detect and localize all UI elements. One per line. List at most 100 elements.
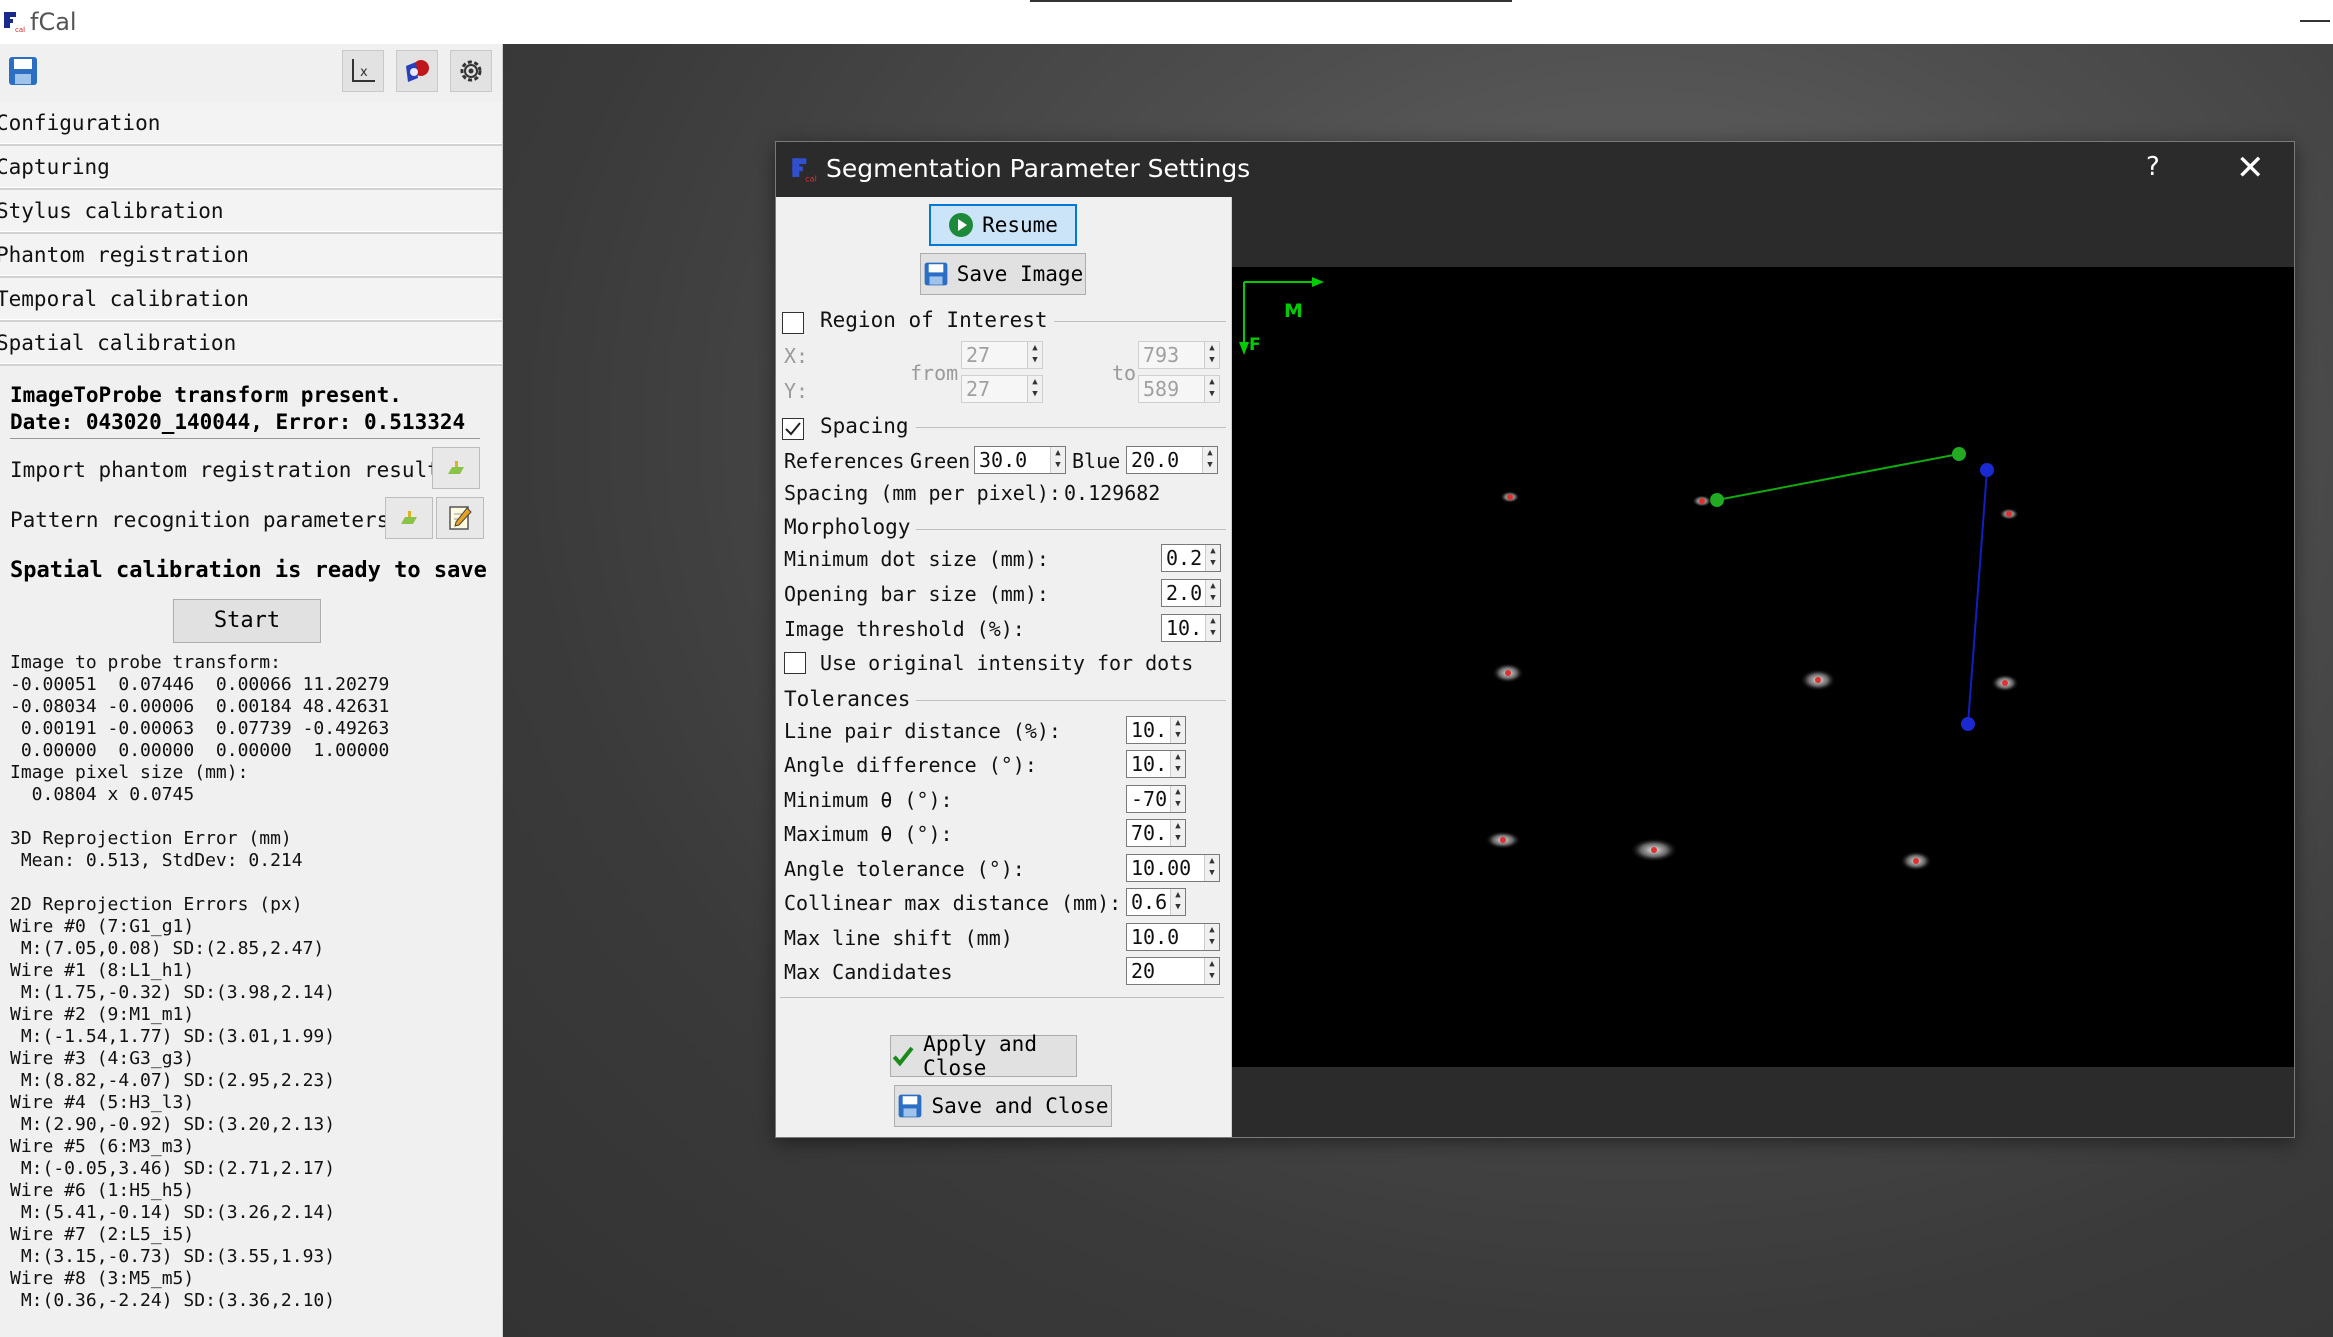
edit-document-icon <box>449 506 472 530</box>
angle-tolerance-value: 10.00 <box>1131 856 1192 880</box>
blue-endpoint <box>1961 717 1975 731</box>
import-phantom-label: Import phantom registration result: <box>10 458 453 482</box>
line-pair-distance-label: Line pair distance (%): <box>784 719 1061 743</box>
save-image-button[interactable]: Save Image <box>920 253 1086 295</box>
minimum-theta-label: Minimum θ (°): <box>784 788 953 812</box>
start-button[interactable]: Start <box>173 599 321 643</box>
resume-button[interactable]: Resume <box>929 204 1077 246</box>
roi-y-to-value: 589 <box>1143 377 1180 401</box>
green-reference-input[interactable]: 30.0 ▲ ▼ <box>974 446 1066 474</box>
roi-x-from-value: 27 <box>966 343 991 367</box>
image-viewer-pane: M F <box>1232 197 2294 1137</box>
roi-x-to-input[interactable]: 793 ▲ ▼ <box>1138 341 1220 369</box>
status-line-1: ImageToProbe transform present. <box>10 383 402 407</box>
line-pair-distance-input[interactable]: 10. ▲ ▼ <box>1126 716 1186 744</box>
apply-and-close-button[interactable]: Apply and Close <box>890 1032 1077 1080</box>
m-axis-label: M <box>1284 300 1303 322</box>
toolbar: x <box>0 44 502 98</box>
angle-tolerance-input[interactable]: 10.00 ▲ ▼ <box>1126 854 1220 882</box>
spin-arrows-icon[interactable]: ▲ ▼ <box>1205 615 1220 641</box>
title-indicator-line <box>1030 0 1512 2</box>
spacing-checkbox[interactable] <box>782 418 804 440</box>
minimize-button[interactable] <box>2300 20 2330 22</box>
roi-group-line <box>1046 321 1226 322</box>
opening-bar-size-input[interactable]: 2.0 ▲ ▼ <box>1161 579 1221 607</box>
spin-arrows-icon[interactable]: ▲ ▼ <box>1027 376 1042 402</box>
close-button[interactable]: ✕ <box>2236 148 2265 188</box>
roi-y-to-input[interactable]: 589 ▲ ▼ <box>1138 375 1220 403</box>
settings-button[interactable] <box>450 50 492 92</box>
spin-arrows-icon[interactable]: ▲ ▼ <box>1204 958 1219 984</box>
section-capturing[interactable]: Capturing <box>0 146 502 190</box>
maximum-theta-input[interactable]: 70. ▲ ▼ <box>1126 819 1186 847</box>
help-button[interactable]: ? <box>2146 152 2160 182</box>
import-pattern-button[interactable] <box>385 497 433 539</box>
angle-difference-input[interactable]: 10. ▲ ▼ <box>1126 750 1186 778</box>
spin-arrows-icon[interactable]: ▲ ▼ <box>1204 376 1219 402</box>
checkmark-icon <box>892 1046 914 1067</box>
save-image-label: Save Image <box>956 262 1084 286</box>
max-line-shift-value: 10.0 <box>1131 925 1180 949</box>
section-temporal-calibration[interactable]: Temporal calibration <box>0 278 502 322</box>
svg-text:cal: cal <box>805 174 817 184</box>
blue-label: Blue <box>1072 449 1121 473</box>
roi-y-from-input[interactable]: 27 ▲ ▼ <box>961 375 1043 403</box>
blue-reference-input[interactable]: 20.0 ▲ ▼ <box>1126 446 1218 474</box>
section-phantom-registration[interactable]: Phantom registration <box>0 234 502 278</box>
ultrasound-image-view[interactable]: M F <box>1232 267 2294 1067</box>
save-and-close-label: Save and Close <box>931 1094 1109 1118</box>
image-threshold-input[interactable]: 10. ▲ ▼ <box>1161 614 1221 642</box>
opening-bar-size-value: 2.0 <box>1166 581 1203 605</box>
spin-arrows-icon[interactable]: ▲ ▼ <box>1027 342 1042 368</box>
blue-reference-value: 20.0 <box>1131 448 1180 472</box>
references-label: References <box>784 449 905 473</box>
spin-arrows-icon[interactable]: ▲ ▼ <box>1170 717 1185 743</box>
angle-tolerance-label: Angle tolerance (°): <box>784 857 1025 881</box>
minimum-theta-input[interactable]: -70. ▲ ▼ <box>1126 785 1186 813</box>
spin-arrows-icon[interactable]: ▲ ▼ <box>1170 820 1185 846</box>
spin-arrows-icon[interactable]: ▲ ▼ <box>1170 786 1185 812</box>
edit-pattern-button[interactable] <box>436 497 484 539</box>
min-dot-size-input[interactable]: 0.2 ▲ ▼ <box>1161 544 1221 572</box>
original-intensity-label: Use original intensity for dots <box>820 651 1194 675</box>
spin-arrows-icon[interactable]: ▲ ▼ <box>1202 447 1217 473</box>
spin-arrows-icon[interactable]: ▲ ▼ <box>1205 580 1220 606</box>
import-phantom-button[interactable] <box>432 447 480 489</box>
save-button[interactable] <box>2 50 44 92</box>
save-and-close-button[interactable]: Save and Close <box>894 1085 1112 1127</box>
max-line-shift-input[interactable]: 10.0 ▲ ▼ <box>1126 923 1220 951</box>
section-stylus-calibration[interactable]: Stylus calibration <box>0 190 502 234</box>
spin-arrows-icon[interactable]: ▲ ▼ <box>1050 447 1065 473</box>
ready-status-text: Spatial calibration is ready to save <box>10 558 487 583</box>
roi-x-from-input[interactable]: 27 ▲ ▼ <box>961 341 1043 369</box>
spacing-group-line <box>916 427 1226 428</box>
floppy-disk-icon <box>899 1094 922 1118</box>
calibration-results-text: Image to probe transform: -0.00051 0.074… <box>10 652 390 1311</box>
section-configuration[interactable]: Configuration <box>0 102 502 146</box>
checkmark-icon <box>785 422 801 436</box>
app-titlebar: cal fCal <box>0 0 2333 44</box>
settings-pane: Resume Save Image Region of Interest X: … <box>776 197 1232 1137</box>
transform-status: ImageToProbe transform present. Date: 04… <box>10 382 465 436</box>
green-endpoint <box>1710 493 1724 507</box>
collinear-max-distance-input[interactable]: 0.6 ▲ ▼ <box>1126 888 1186 916</box>
3d-objects-icon <box>406 60 429 82</box>
axes-toggle-button[interactable]: x <box>342 50 384 92</box>
spin-arrows-icon[interactable]: ▲ ▼ <box>1170 751 1185 777</box>
play-icon <box>949 213 974 237</box>
spin-arrows-icon[interactable]: ▲ ▼ <box>1204 342 1219 368</box>
min-dot-size-label: Minimum dot size (mm): <box>784 547 1049 571</box>
maximum-theta-label: Maximum θ (°): <box>784 822 953 846</box>
spin-arrows-icon[interactable]: ▲ ▼ <box>1170 889 1185 915</box>
max-line-shift-label: Max line shift (mm) <box>784 926 1013 950</box>
spin-arrows-icon[interactable]: ▲ ▼ <box>1204 924 1219 950</box>
spin-arrows-icon[interactable]: ▲ ▼ <box>1205 545 1220 571</box>
dialog-titlebar: cal Segmentation Parameter Settings ? ✕ <box>776 142 2294 197</box>
max-candidates-input[interactable]: 20 ▲ ▼ <box>1126 957 1220 985</box>
roi-checkbox[interactable] <box>782 312 804 334</box>
view-3d-button[interactable] <box>396 50 438 92</box>
m-axis-arrow-icon <box>1312 277 1324 287</box>
original-intensity-checkbox[interactable] <box>784 652 806 674</box>
section-spatial-calibration[interactable]: Spatial calibration <box>0 322 502 366</box>
spin-arrows-icon[interactable]: ▲ ▼ <box>1204 855 1219 881</box>
